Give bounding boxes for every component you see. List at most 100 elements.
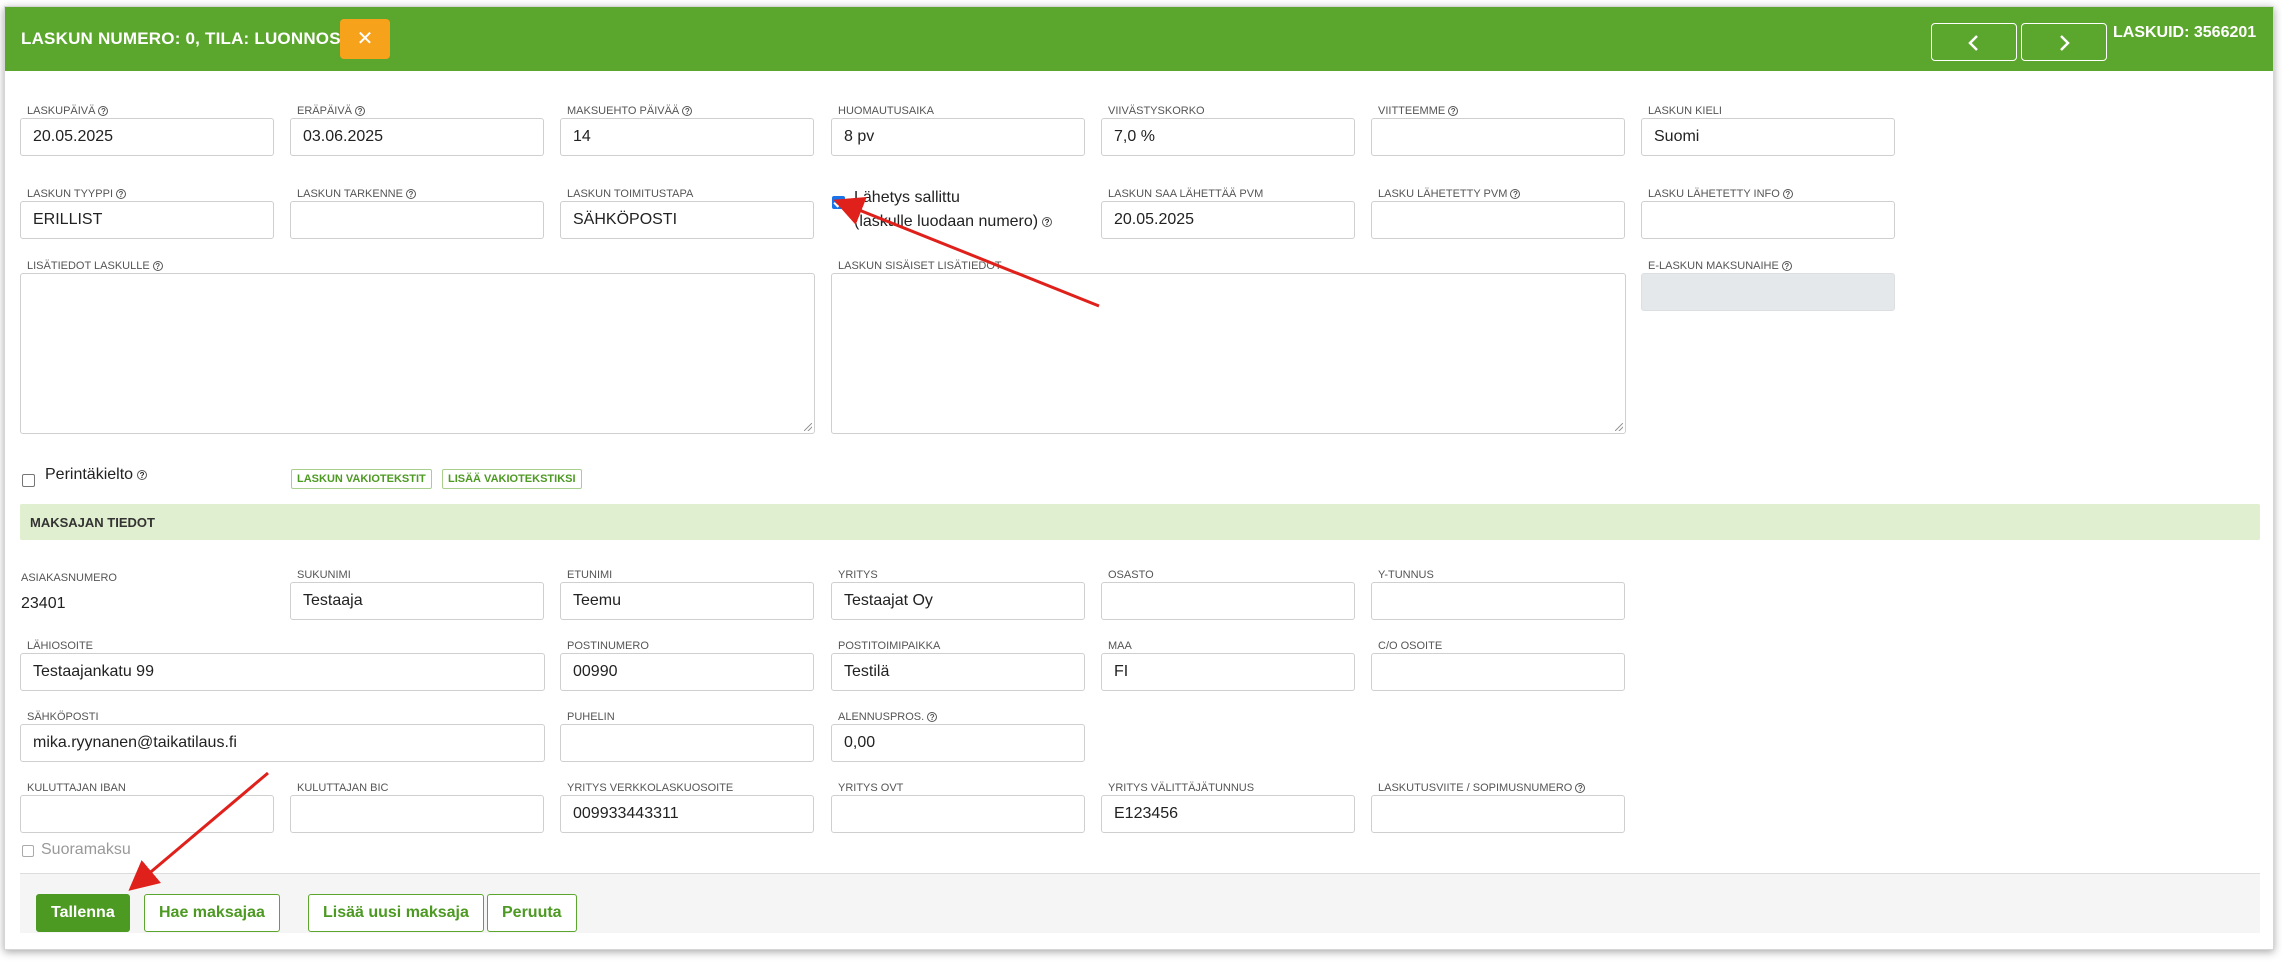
lahetetty-pvm-label-text: LASKU LÄHETETTY PVM xyxy=(1378,188,1508,200)
help-icon[interactable]: ? xyxy=(682,106,693,116)
help-icon[interactable]: ? xyxy=(1781,261,1792,271)
help-icon[interactable]: ? xyxy=(355,106,366,116)
y-tunnus-field[interactable] xyxy=(1371,582,1625,620)
maa-field[interactable]: FI xyxy=(1101,653,1355,691)
save-button[interactable]: Tallenna xyxy=(36,894,130,932)
laskun-tarkenne-label: LASKUN TARKENNE? xyxy=(297,188,416,200)
viitteemme-field[interactable] xyxy=(1371,118,1625,156)
toimitustapa-select[interactable]: SÄHKÖPOSTI xyxy=(560,201,814,239)
asiakasnumero-value: 23401 xyxy=(21,595,66,612)
yritys-ovt-field[interactable] xyxy=(831,795,1085,833)
lahetetty-info-field[interactable] xyxy=(1641,201,1895,239)
help-icon[interactable]: ? xyxy=(98,106,109,116)
help-icon[interactable]: ? xyxy=(116,189,126,199)
co-osoite-field[interactable] xyxy=(1371,653,1625,691)
laskun-kieli-label: LASKUN KIELI xyxy=(1648,105,1722,117)
saa-lahettaa-pvm-field[interactable]: 20.05.2025 xyxy=(1101,201,1355,239)
help-icon[interactable]: ? xyxy=(137,470,148,480)
laskutusviite-field[interactable] xyxy=(1371,795,1625,833)
osasto-field[interactable] xyxy=(1101,582,1355,620)
chevron-right-icon xyxy=(2060,35,2070,51)
etunimi-label: ETUNIMI xyxy=(567,569,613,581)
help-icon[interactable]: ? xyxy=(405,189,416,199)
toimitustapa-label: LASKUN TOIMITUSTAPA xyxy=(567,188,694,200)
verkkolaskuosoite-field[interactable]: 009933443311 xyxy=(560,795,814,833)
viivastyskorko-label: VIIVÄSTYSKORKO xyxy=(1108,105,1205,117)
help-icon[interactable]: ? xyxy=(1575,783,1586,793)
huomautusaika-field[interactable]: 8 pv xyxy=(831,118,1085,156)
sukunimi-label: SUKUNIMI xyxy=(297,569,351,581)
lahiosoite-field[interactable]: Testaajankatu 99 xyxy=(20,653,545,691)
perintakielto-checkbox[interactable] xyxy=(22,474,35,487)
close-button[interactable]: ✕ xyxy=(340,19,390,59)
viitteemme-label: VIITTEEMME? xyxy=(1378,105,1459,117)
lisatiedot-label: LISÄTIEDOT LASKULLE? xyxy=(27,260,163,272)
close-icon: ✕ xyxy=(356,28,374,50)
asiakasnumero-label: ASIAKASNUMERO xyxy=(21,572,117,584)
lahiosoite-label: LÄHIOSOITE xyxy=(27,640,94,652)
laskupaiva-field[interactable]: 20.05.2025 xyxy=(20,118,274,156)
help-icon[interactable]: ? xyxy=(1782,189,1793,199)
suoramaksu-checkbox[interactable] xyxy=(22,845,34,857)
maa-label: MAA xyxy=(1108,640,1132,652)
lisatiedot-textarea[interactable] xyxy=(20,273,815,434)
perintakielto-label: Perintäkielto? xyxy=(45,466,148,484)
yritys-label: YRITYS xyxy=(838,569,878,581)
sahkoposti-field[interactable]: mika.ryynanen@taikatilaus.fi xyxy=(20,724,545,762)
invoice-header-bar: LASKUN NUMERO: 0, TILA: LUONNOS ✕ LASKUI… xyxy=(5,7,2273,71)
perintakielto-label-text: Perintäkielto xyxy=(45,466,134,483)
lahetys-sallittu-note-text: (laskulle luodaan numero) xyxy=(854,213,1039,230)
lahetetty-info-label: LASKU LÄHETETTY INFO? xyxy=(1648,188,1793,200)
help-icon[interactable]: ? xyxy=(152,261,163,271)
maksuehto-label: MAKSUEHTO PÄIVÄÄ? xyxy=(567,105,693,117)
viivastyskorko-field[interactable]: 7,0 % xyxy=(1101,118,1355,156)
invoice-title-prefix: LASKUN NUMERO: 0, TILA: xyxy=(21,29,255,48)
lahetys-sallittu-checkbox[interactable] xyxy=(832,196,845,209)
laskun-vakiotekstit-button[interactable]: LASKUN VAKIOTEKSTIT xyxy=(291,469,432,489)
alennuspros-field[interactable]: 0,00 xyxy=(831,724,1085,762)
laskupaiva-label-text: LASKUPÄIVÄ xyxy=(27,105,96,117)
erapaiva-label: ERÄPÄIVÄ? xyxy=(297,105,366,117)
maksuehto-field[interactable]: 14 xyxy=(560,118,814,156)
erapaiva-field[interactable]: 03.06.2025 xyxy=(290,118,544,156)
kuluttajan-bic-field[interactable] xyxy=(290,795,544,833)
maksajan-tiedot-section: MAKSAJAN TIEDOT xyxy=(20,504,2260,540)
fetch-payer-button[interactable]: Hae maksajaa xyxy=(144,894,280,932)
laskutusviite-label-text: LASKUTUSVIITE / SOPIMUSNUMERO xyxy=(1378,782,1573,794)
kuluttajan-iban-field[interactable] xyxy=(20,795,274,833)
previous-invoice-button[interactable] xyxy=(1931,23,2017,61)
valittajatunnus-field[interactable]: E123456 xyxy=(1101,795,1355,833)
puhelin-field[interactable] xyxy=(560,724,814,762)
invoice-form-window: LASKUN NUMERO: 0, TILA: LUONNOS ✕ LASKUI… xyxy=(4,6,2274,950)
resize-grip-icon[interactable] xyxy=(804,423,812,431)
next-invoice-button[interactable] xyxy=(2021,23,2107,61)
help-icon[interactable]: ? xyxy=(1510,189,1521,199)
help-icon[interactable]: ? xyxy=(1042,217,1053,227)
laskun-tarkenne-field[interactable] xyxy=(290,201,544,239)
osasto-label: OSASTO xyxy=(1108,569,1154,581)
section-title: MAKSAJAN TIEDOT xyxy=(30,515,155,530)
maksuehto-label-text: MAKSUEHTO PÄIVÄÄ xyxy=(567,105,680,117)
lahetetty-pvm-field[interactable] xyxy=(1371,201,1625,239)
laskun-tyyppi-select[interactable]: ERILLIST xyxy=(20,201,274,239)
postinumero-field[interactable]: 00990 xyxy=(560,653,814,691)
lahetys-sallittu-note: (laskulle luodaan numero)? xyxy=(854,213,1053,231)
y-tunnus-label: Y-TUNNUS xyxy=(1378,569,1434,581)
e-laskun-maksunaihe-field xyxy=(1641,273,1895,311)
lisaa-vakiotekstiksi-button[interactable]: LISÄÄ VAKIOTEKSTIKSI xyxy=(442,469,582,489)
alennuspros-label: ALENNUSPROS.? xyxy=(838,711,938,723)
help-icon[interactable]: ? xyxy=(1448,106,1459,116)
alennuspros-label-text: ALENNUSPROS. xyxy=(838,711,925,723)
etunimi-field[interactable]: Teemu xyxy=(560,582,814,620)
cancel-button[interactable]: Peruuta xyxy=(487,894,577,932)
resize-grip-icon[interactable] xyxy=(1615,423,1623,431)
add-new-payer-button[interactable]: Lisää uusi maksaja xyxy=(308,894,484,932)
sukunimi-field[interactable]: Testaaja xyxy=(290,582,544,620)
valittajatunnus-label: YRITYS VÄLITTÄJÄTUNNUS xyxy=(1108,782,1255,794)
yritys-field[interactable]: Testaajat Oy xyxy=(831,582,1085,620)
laskun-kieli-select[interactable]: Suomi xyxy=(1641,118,1895,156)
sisaiset-lisatiedot-textarea[interactable] xyxy=(831,273,1626,434)
e-laskun-maksunaihe-label: E-LASKUN MAKSUNAIHE? xyxy=(1648,260,1792,272)
help-icon[interactable]: ? xyxy=(927,712,938,722)
postitoimipaikka-field[interactable]: Testilä xyxy=(831,653,1085,691)
